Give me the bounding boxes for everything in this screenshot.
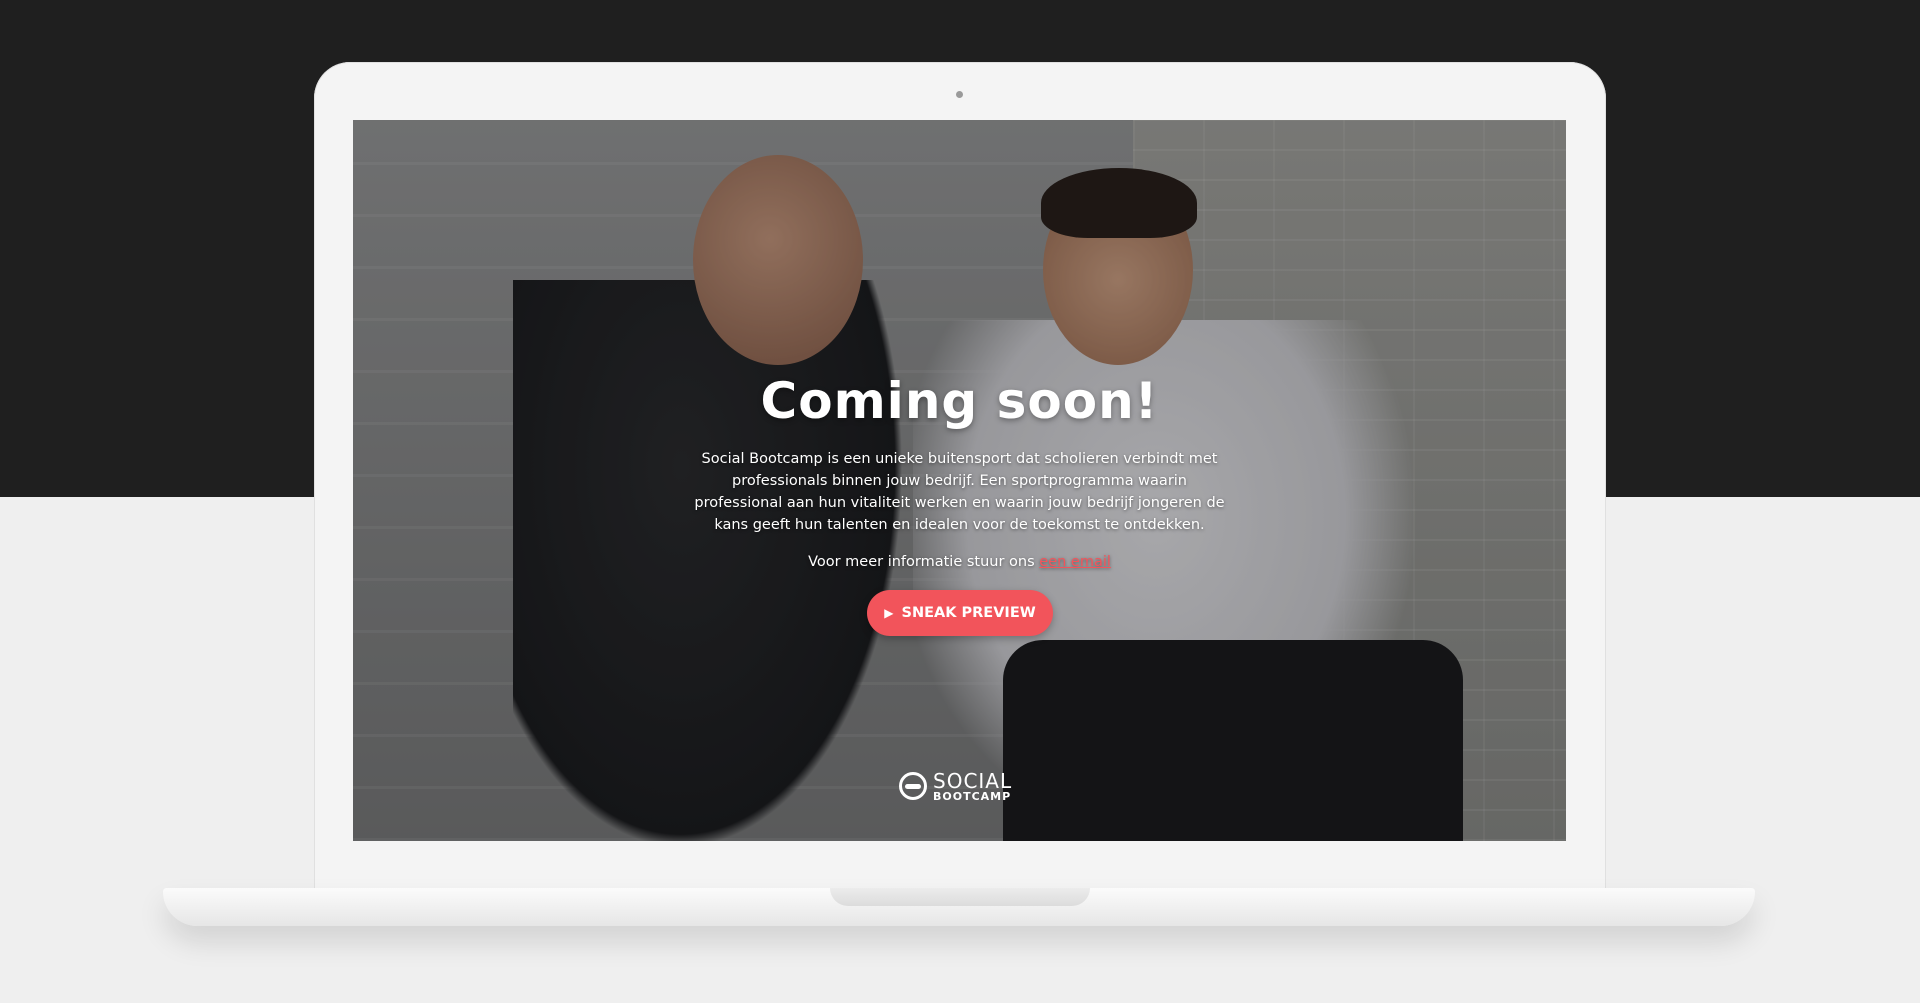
webcam-dot xyxy=(956,91,963,98)
logo-line-bootcamp: BOOTCAMP xyxy=(933,789,1012,803)
contact-text: Voor meer informatie stuur ons een email xyxy=(353,554,1566,570)
email-link[interactable]: een email xyxy=(1039,554,1111,570)
handshake-logo-icon xyxy=(899,772,927,800)
page-title: Coming soon! xyxy=(760,372,1159,430)
logo-text: SOCIAL BOOTCAMP xyxy=(933,771,1012,802)
play-icon: ▶ xyxy=(884,606,894,620)
laptop-base-notch xyxy=(830,888,1090,906)
sneak-preview-button[interactable]: ▶ SNEAK PREVIEW xyxy=(867,590,1053,636)
laptop-screen: Coming soon! Social Bootcamp is een unie… xyxy=(353,120,1566,841)
intro-text: Social Bootcamp is een unieke buitenspor… xyxy=(694,451,1225,533)
social-bootcamp-logo: SOCIAL BOOTCAMP xyxy=(899,768,1023,804)
logo-line-social: SOCIAL xyxy=(933,768,1013,793)
sneak-preview-label: SNEAK PREVIEW xyxy=(901,605,1036,621)
contact-prefix: Voor meer informatie stuur ons xyxy=(808,554,1040,570)
hero-content: Coming soon! Social Bootcamp is een unie… xyxy=(353,120,1566,841)
